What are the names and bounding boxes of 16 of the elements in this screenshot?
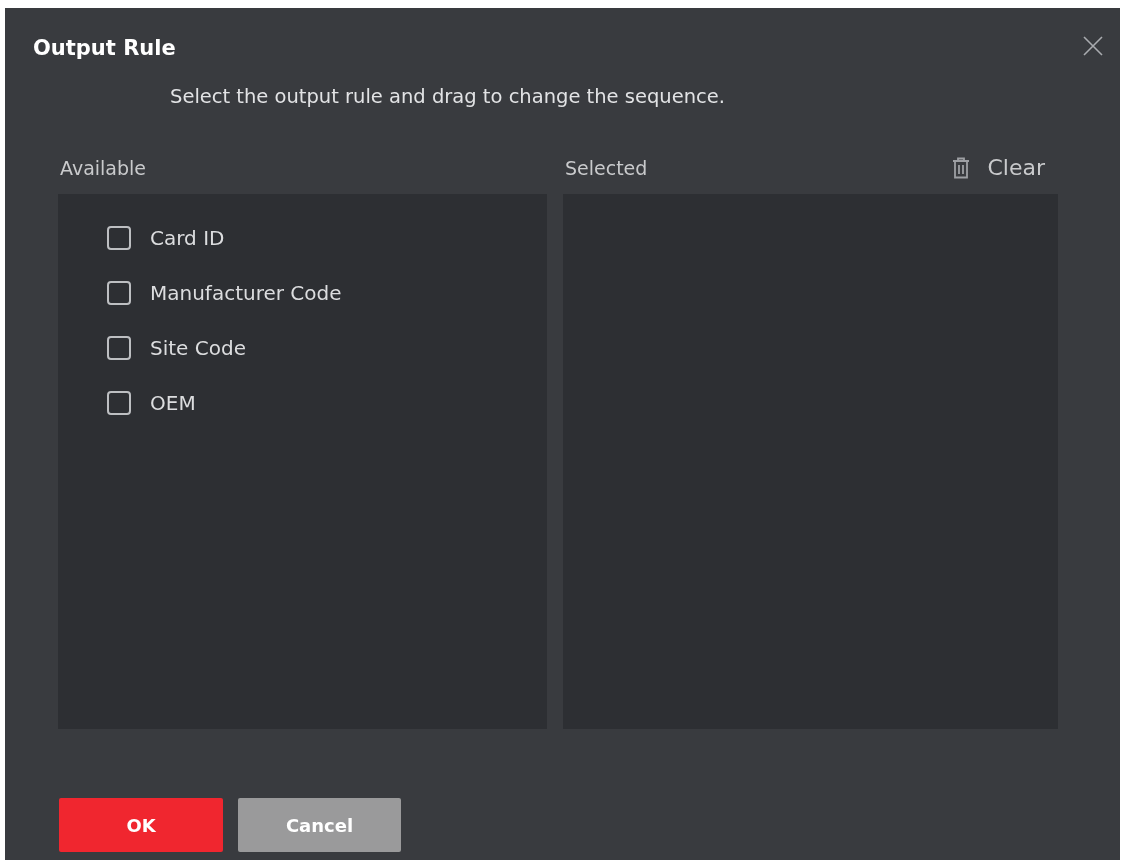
rule-option-label[interactable]: Manufacturer Code: [150, 279, 342, 306]
ok-button[interactable]: OK: [59, 798, 223, 852]
checkbox[interactable]: [107, 280, 131, 305]
checkbox[interactable]: [107, 335, 131, 360]
available-label: Available: [60, 156, 146, 180]
rule-option-label[interactable]: OEM: [150, 389, 196, 416]
instruction-text: Select the output rule and drag to change the sequence.: [170, 85, 725, 109]
close-icon[interactable]: [1083, 36, 1103, 56]
trash-icon: [952, 157, 971, 179]
rule-option-label[interactable]: Site Code: [150, 334, 246, 361]
selected-label: Selected: [565, 156, 648, 180]
rule-option-label[interactable]: Card ID: [150, 224, 225, 251]
checkbox[interactable]: [107, 390, 131, 415]
clear-button[interactable]: Clear: [952, 155, 1045, 181]
dialog-title: Output Rule: [33, 35, 176, 61]
checkbox[interactable]: [107, 225, 131, 250]
